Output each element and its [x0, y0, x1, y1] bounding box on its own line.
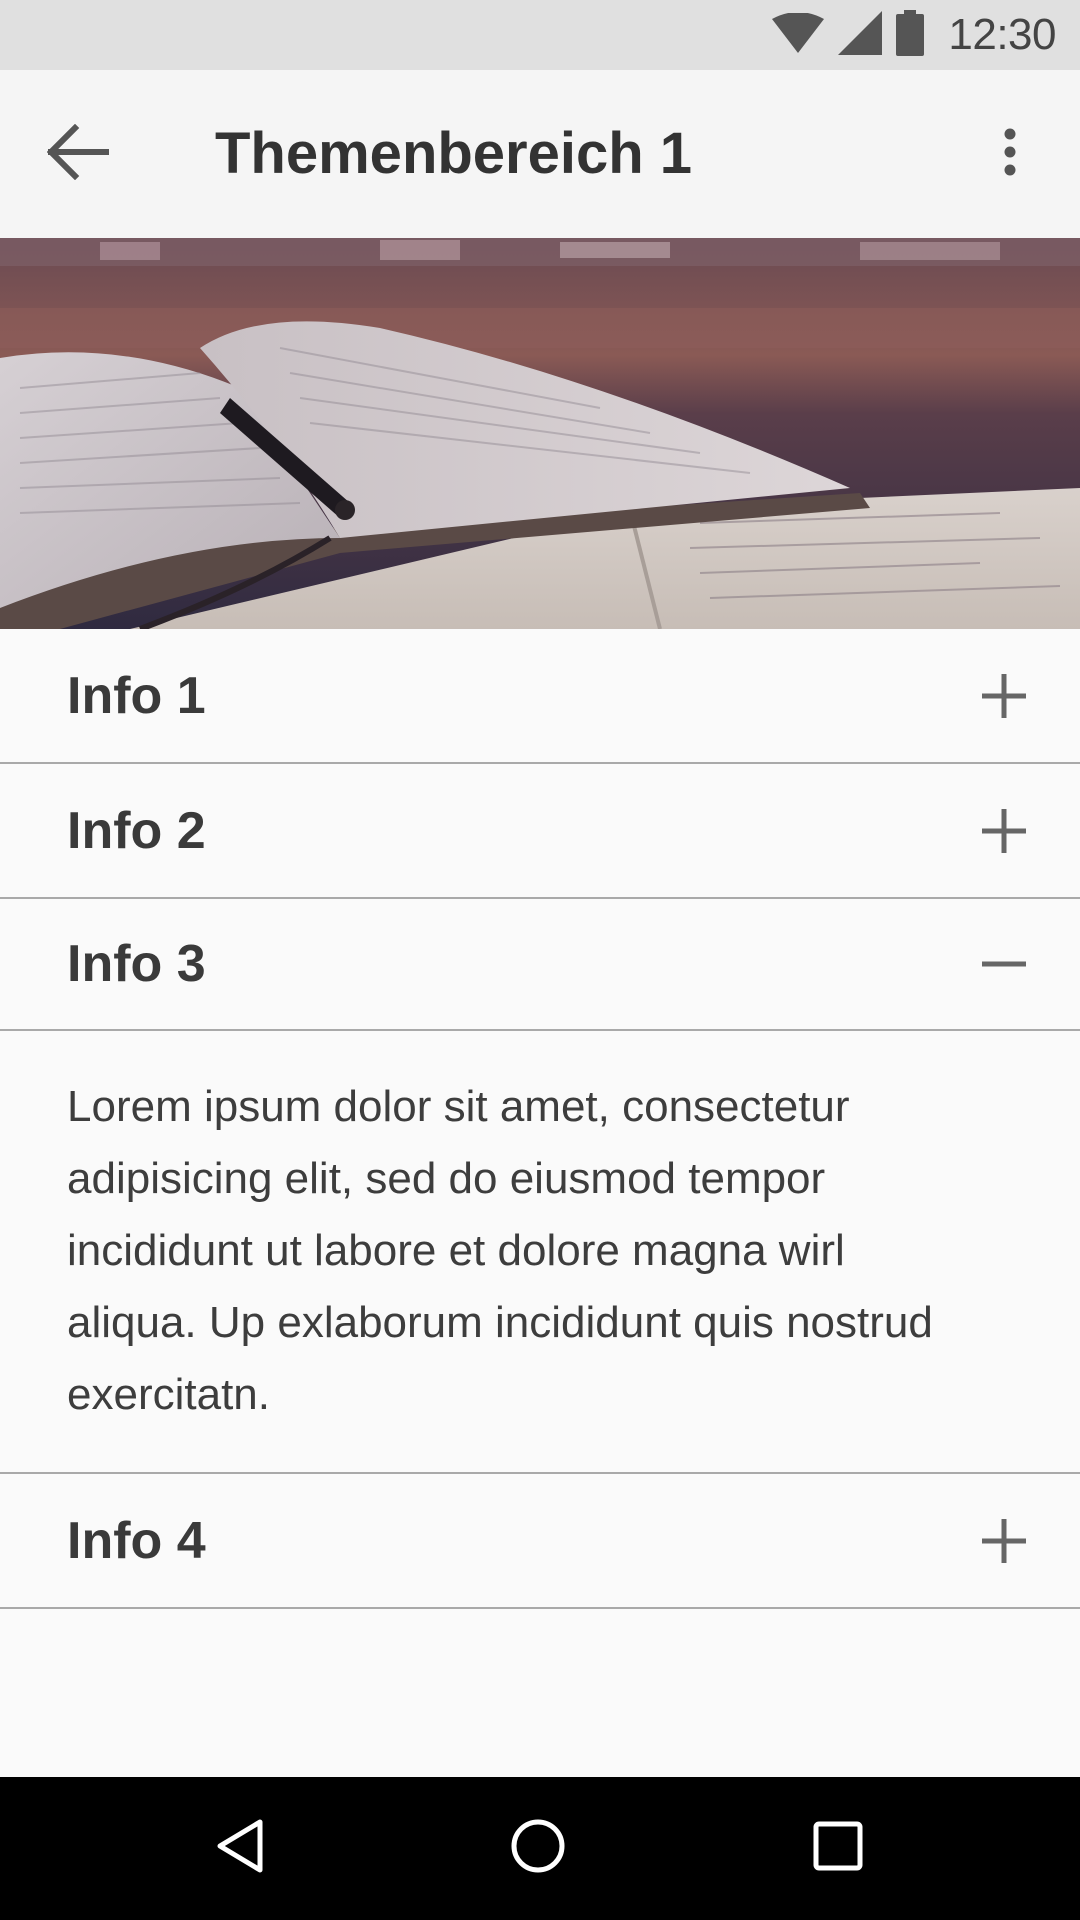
more-vert-icon — [1002, 128, 1018, 181]
page-title: Themenbereich 1 — [215, 121, 693, 186]
plus-icon[interactable] — [974, 666, 1034, 726]
system-nav-bar — [0, 1777, 1080, 1920]
accordion-item-label: Info 4 — [67, 1511, 206, 1570]
accordion: Info 1 Info 2 Info 3 Lorem ipsum dolor s… — [0, 629, 1080, 1609]
nav-back-icon — [215, 1818, 265, 1879]
hero-image — [0, 238, 1080, 629]
battery-icon — [896, 9, 925, 61]
status-icons: 12:30 — [772, 0, 1056, 70]
wifi-icon — [772, 11, 825, 58]
nav-home-icon — [510, 1818, 566, 1879]
more-options-button[interactable] — [960, 104, 1060, 204]
status-bar: 12:30 — [0, 0, 1080, 70]
app-bar: Themenbereich 1 — [0, 70, 1080, 238]
nav-home-button[interactable] — [458, 1777, 618, 1920]
accordion-item-label: Info 1 — [67, 666, 206, 725]
nav-back-button[interactable] — [160, 1777, 320, 1920]
accordion-content-info-3: Lorem ipsum dolor sit amet, consectetur … — [0, 1031, 1080, 1474]
minus-icon[interactable] — [974, 934, 1034, 994]
plus-icon[interactable] — [974, 1511, 1034, 1571]
arrow-back-icon — [46, 123, 110, 185]
nav-recents-icon — [812, 1820, 864, 1877]
accordion-item-info-3[interactable]: Info 3 — [0, 899, 1080, 1031]
accordion-item-label: Info 2 — [67, 801, 206, 860]
accordion-item-info-1[interactable]: Info 1 — [0, 629, 1080, 764]
accordion-item-info-2[interactable]: Info 2 — [0, 764, 1080, 899]
back-button[interactable] — [28, 104, 128, 204]
accordion-content-text: Lorem ipsum dolor sit amet, consectetur … — [67, 1082, 933, 1419]
plus-icon[interactable] — [974, 801, 1034, 861]
nav-recents-button[interactable] — [758, 1777, 918, 1920]
accordion-item-info-4[interactable]: Info 4 — [0, 1474, 1080, 1609]
status-time: 12:30 — [948, 10, 1056, 59]
cell-signal-icon — [838, 10, 883, 60]
accordion-item-label: Info 3 — [67, 935, 206, 993]
